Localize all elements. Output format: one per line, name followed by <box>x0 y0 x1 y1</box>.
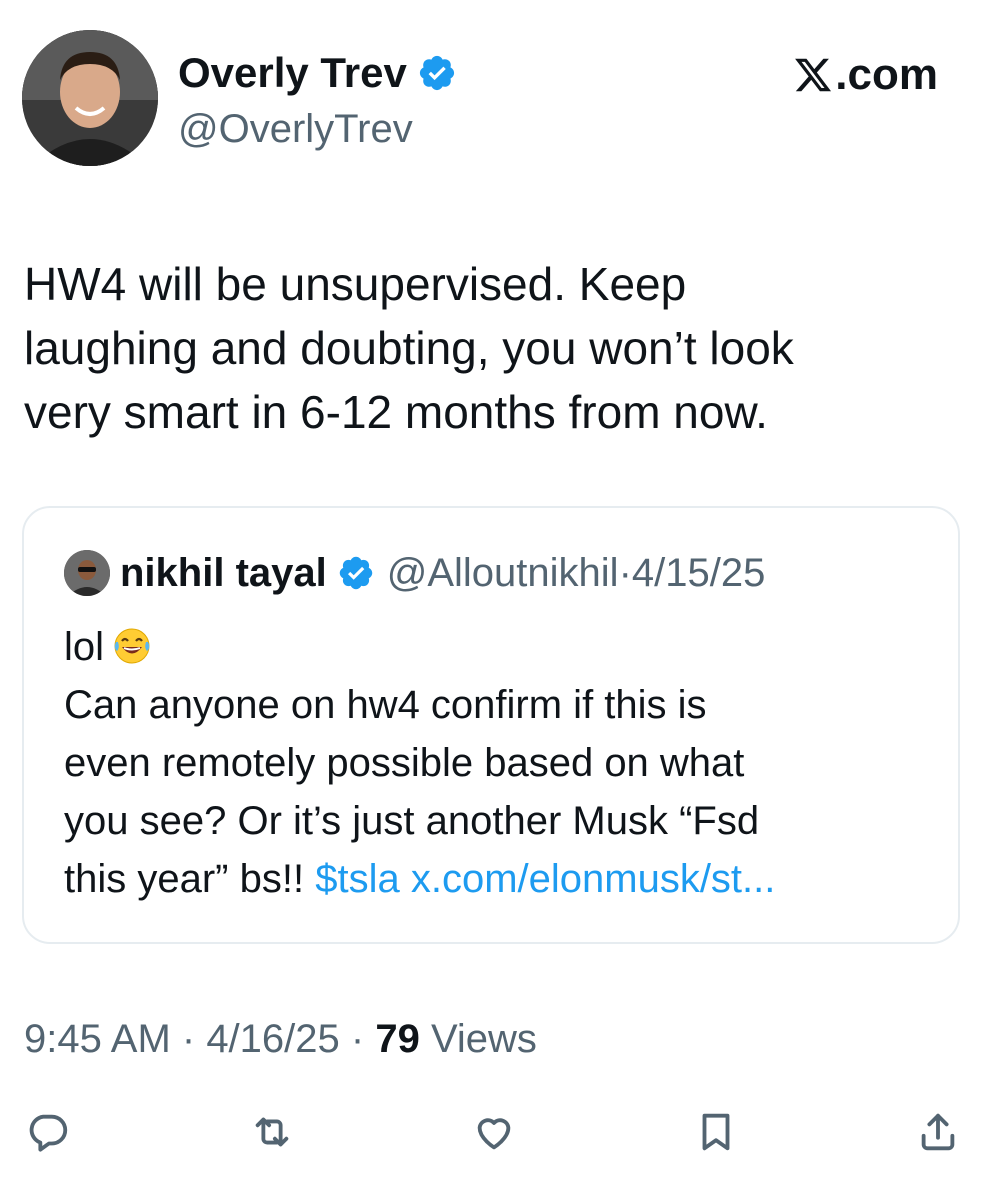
quoted-author-name[interactable]: nikhil tayal <box>120 544 327 602</box>
author-handle[interactable]: @OverlyTrev <box>178 103 413 155</box>
x-logo-icon <box>795 58 832 92</box>
tweet-date[interactable]: 4/16/25 <box>206 1017 339 1061</box>
tweet-actions-bar <box>0 1100 984 1164</box>
share-icon <box>921 1113 955 1151</box>
reply-button[interactable] <box>18 1102 78 1162</box>
x-com-logo: .com <box>793 48 938 102</box>
quoted-author-handle[interactable]: @Alloutnikhil <box>387 544 619 602</box>
reply-icon <box>29 1114 68 1152</box>
tweet-meta: 9:45 AM · 4/16/25 · 79 Views <box>24 1010 537 1068</box>
views-label: Views <box>419 1017 537 1061</box>
quoted-tweet-text: lol Can anyone on hw4 confirm if this is… <box>64 618 944 908</box>
quoted-line-3: even remotely possible based on what <box>64 741 745 785</box>
like-icon <box>477 1118 511 1150</box>
retweet-icon <box>255 1117 289 1147</box>
laughing-tears-emoji-icon <box>114 628 150 664</box>
brand-label: .com <box>835 50 938 99</box>
verified-badge-icon <box>339 556 372 590</box>
quoted-date[interactable]: 4/15/25 <box>632 544 765 602</box>
quoted-line-2: Can anyone on hw4 confirm if this is <box>64 683 707 727</box>
share-button[interactable] <box>908 1102 968 1162</box>
author-display-name[interactable]: Overly Trev <box>178 46 457 100</box>
quoted-separator: · <box>618 551 632 595</box>
verified-badge-icon <box>419 55 454 91</box>
tweet-time[interactable]: 9:45 AM <box>24 1017 171 1061</box>
quoted-tweet-header: nikhil tayal @Alloutnikhil · 4/15/25 <box>120 544 765 602</box>
author-avatar[interactable] <box>22 30 158 166</box>
views-count: 79 <box>375 1017 420 1061</box>
meta-separator: · <box>339 1017 376 1061</box>
cashtag-link[interactable]: $tsla <box>315 857 400 901</box>
meta-separator: · <box>170 1017 207 1061</box>
quoted-line-5-text: this year” bs!! <box>64 857 316 901</box>
bookmark-button[interactable] <box>686 1102 746 1162</box>
retweet-button[interactable] <box>242 1102 302 1162</box>
quoted-tweet-card[interactable]: nikhil tayal @Alloutnikhil · 4/15/25 lol… <box>22 506 960 944</box>
bookmark-icon <box>702 1113 730 1151</box>
quoted-author-avatar[interactable] <box>64 550 110 596</box>
quoted-line-1: lol <box>64 618 944 676</box>
quoted-line-4: you see? Or it’s just another Musk “Fsd <box>64 799 760 843</box>
quoted-line-5: this year” bs!! $tsla x.com/elonmusk/st.… <box>64 850 944 908</box>
like-button[interactable] <box>464 1102 524 1162</box>
tweet-text: HW4 will be unsupervised. Keep laughing … <box>24 258 794 438</box>
quoted-line-1-text: lol <box>64 625 105 669</box>
author-name-text: Overly Trev <box>178 49 407 96</box>
url-link[interactable]: x.com/elonmusk/st... <box>411 857 776 901</box>
